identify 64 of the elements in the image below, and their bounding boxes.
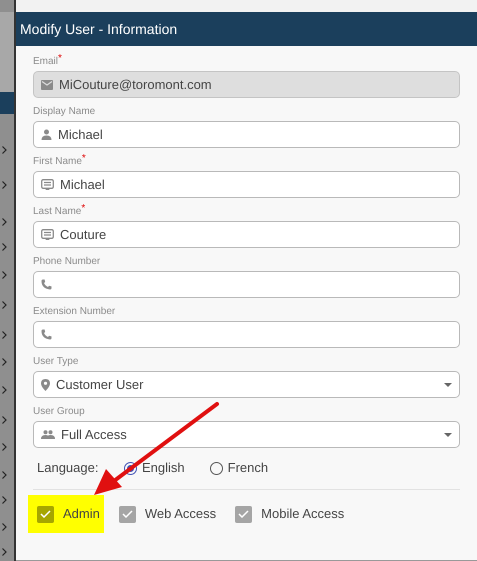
checkmark-icon [238, 510, 250, 518]
language-label: Language: [37, 459, 100, 478]
chevron-right-icon[interactable] [2, 471, 7, 479]
checkbox-label: Admin [63, 505, 100, 524]
field-value: Full Access [61, 426, 128, 444]
dropdown-caret-icon [444, 382, 452, 386]
field-label: Email [33, 56, 58, 69]
required-asterisk: * [81, 204, 86, 214]
card-icon [41, 229, 54, 240]
chevron-right-icon[interactable] [2, 523, 7, 531]
location-pin-icon [41, 378, 50, 390]
chevron-right-icon[interactable] [2, 243, 7, 251]
input-field[interactable]: Michael [33, 171, 460, 198]
chevron-right-icon[interactable] [2, 181, 7, 189]
card-icon [41, 179, 54, 190]
field-label: Display Name [33, 105, 96, 119]
field-label: User Type [33, 355, 78, 369]
field-label: Phone Number [33, 255, 100, 269]
checkbox[interactable] [37, 506, 54, 522]
dropdown-field[interactable]: Full Access [33, 421, 460, 448]
field-value: Couture [60, 226, 108, 244]
chevron-right-icon[interactable] [2, 301, 7, 309]
field-value: Michael [60, 176, 106, 194]
chevron-right-icon[interactable] [2, 496, 7, 504]
dropdown-field[interactable]: Customer User [33, 371, 460, 398]
radio-label: French [228, 459, 268, 478]
chevron-right-icon[interactable] [2, 331, 7, 339]
field-label: First Name [33, 155, 82, 169]
phone-icon [41, 279, 52, 290]
chevron-right-icon[interactable] [2, 416, 7, 424]
field-label: Extension Number [33, 305, 116, 319]
input-field[interactable]: Michael [33, 121, 460, 148]
required-asterisk: * [58, 54, 62, 64]
chevron-right-icon[interactable] [2, 146, 7, 154]
input-field[interactable] [33, 271, 460, 298]
radio-button[interactable] [210, 462, 223, 474]
phone-icon [41, 329, 52, 340]
radio-button[interactable] [124, 462, 137, 474]
chevron-right-icon[interactable] [2, 548, 7, 556]
checkbox-label: Web Access [144, 505, 216, 524]
chevron-right-icon[interactable] [2, 218, 7, 226]
envelope-icon [41, 80, 53, 90]
input-field[interactable]: Couture [33, 221, 460, 248]
checkmark-icon [40, 510, 51, 518]
field-value: MiCouture@toromont.com [59, 76, 213, 94]
dropdown-caret-icon [444, 432, 452, 436]
field-label: User Group [33, 405, 85, 419]
people-icon [41, 430, 55, 439]
dialog-title: Modify User - Information [20, 20, 178, 39]
checkmark-icon [122, 510, 133, 518]
chevron-right-icon[interactable] [2, 358, 7, 366]
input-field[interactable] [33, 321, 460, 348]
person-icon [41, 129, 52, 140]
chevron-right-icon[interactable] [2, 271, 7, 279]
required-asterisk: * [82, 154, 86, 164]
checkbox-label: Mobile Access [261, 505, 344, 524]
field-label: Last Name [33, 205, 82, 219]
checkbox[interactable] [235, 506, 252, 522]
radio-label: English [142, 459, 185, 478]
chevron-right-icon[interactable] [2, 386, 7, 394]
field-value: Customer User [56, 376, 144, 394]
checkbox[interactable] [118, 506, 136, 522]
chevron-right-icon[interactable] [2, 443, 7, 451]
field-value: Michael [58, 126, 104, 144]
